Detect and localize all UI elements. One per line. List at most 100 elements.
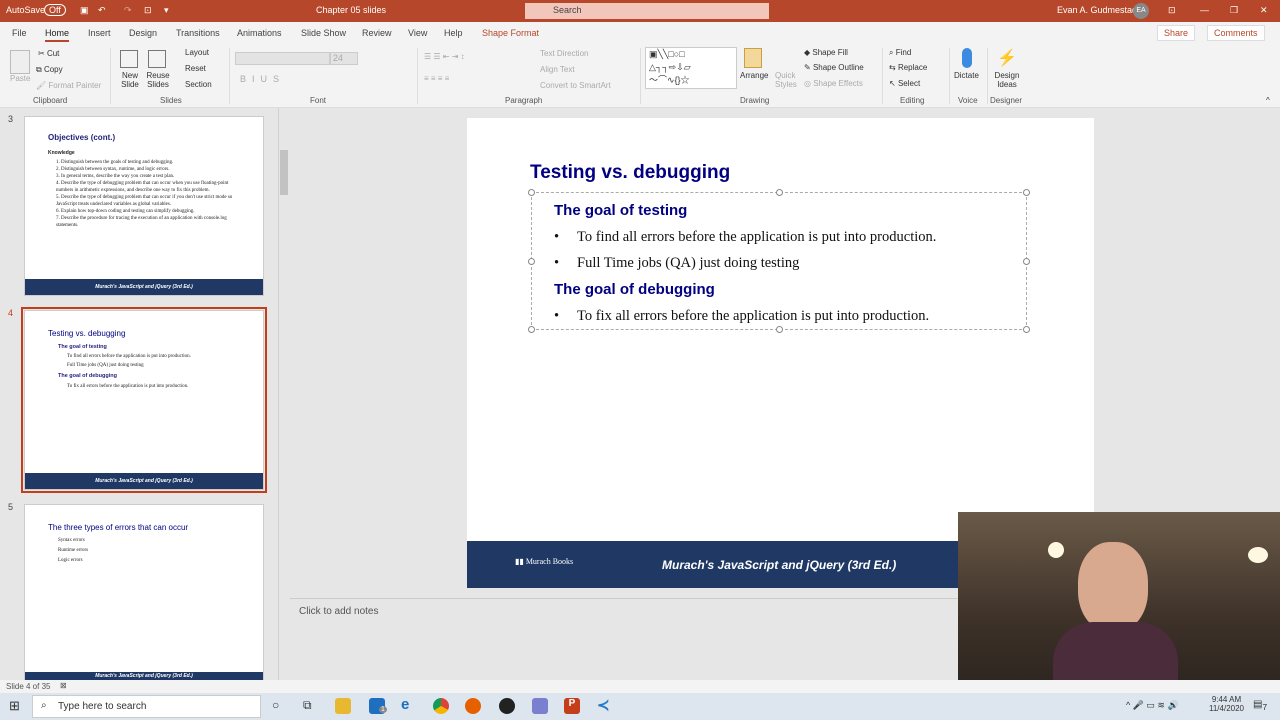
- search-input[interactable]: Search: [525, 3, 769, 19]
- resize-handle[interactable]: [1023, 189, 1030, 196]
- tab-review[interactable]: Review: [362, 28, 392, 38]
- format-painter-button[interactable]: 🖌 Format Painter: [36, 81, 101, 90]
- comments-button[interactable]: Comments: [1207, 25, 1265, 41]
- cut-button[interactable]: ✂ Cut: [38, 49, 59, 58]
- reset-button[interactable]: Reset: [185, 64, 206, 73]
- drawing-group-label: Drawing: [740, 96, 770, 105]
- reuse-slides-button[interactable]: Reuse Slides: [144, 71, 172, 89]
- replace-button[interactable]: ⇆ Replace: [889, 63, 927, 72]
- microphone-icon[interactable]: [962, 48, 972, 68]
- present-icon[interactable]: ⊡: [144, 5, 152, 16]
- tab-design[interactable]: Design: [129, 28, 157, 38]
- taskbar-search-input[interactable]: ⌕ Type here to search: [32, 695, 261, 718]
- slide-bullet: To fix all errors before the application…: [554, 308, 929, 325]
- customize-icon[interactable]: ▾: [164, 5, 169, 16]
- new-slide-icon[interactable]: [120, 50, 138, 68]
- tray-icons[interactable]: ^ 🎤 ▭ ≋ 🔊: [1126, 700, 1179, 711]
- ribbon-display-icon[interactable]: ⊡: [1168, 5, 1176, 16]
- font-size-dropdown[interactable]: 24: [330, 52, 358, 65]
- avatar[interactable]: EA: [1133, 3, 1149, 19]
- powerpoint-icon[interactable]: P: [564, 698, 580, 714]
- restore-icon[interactable]: ❐: [1230, 5, 1238, 16]
- shape-outline-button[interactable]: ✎ Shape Outline: [804, 63, 864, 72]
- slide-thumbnail-5[interactable]: The three types of errors that can occur…: [24, 504, 264, 680]
- tab-help[interactable]: Help: [444, 28, 463, 38]
- shapes-gallery[interactable]: ▣╲╲□○□ △┐┐⇨⇩▱ 〜⌒∿{}☆: [645, 47, 737, 89]
- quick-styles-button[interactable]: Quick Styles: [775, 71, 797, 89]
- tab-home[interactable]: Home: [45, 28, 70, 42]
- collapse-ribbon-icon[interactable]: ^: [1266, 96, 1270, 105]
- tab-slide-show[interactable]: Slide Show: [301, 28, 346, 38]
- slide-thumbnail-4[interactable]: Testing vs. debugging The goal of testin…: [21, 307, 267, 493]
- thumbnail-scrollbar[interactable]: [278, 108, 289, 680]
- clock[interactable]: 9:44 AM 11/4/2020: [1209, 695, 1244, 713]
- obs-icon[interactable]: [499, 698, 515, 714]
- undo-icon[interactable]: ↶: [98, 5, 106, 16]
- align-text-button[interactable]: Align Text: [540, 65, 575, 74]
- dictate-button[interactable]: Dictate: [954, 71, 979, 80]
- list-item: 3. In general terms, describe the way yo…: [56, 174, 175, 179]
- bullets-icon[interactable]: ☰ ☰ ⇤ ⇥ ↕: [424, 52, 465, 61]
- section-button[interactable]: Section: [185, 80, 212, 89]
- list-item: 7. Describe the procedure for tracing th…: [56, 216, 227, 228]
- text-direction-button[interactable]: Text Direction: [540, 49, 588, 58]
- close-icon[interactable]: ✕: [1260, 5, 1268, 16]
- arrange-button[interactable]: Arrange: [740, 71, 768, 80]
- mail-icon[interactable]: 1: [369, 698, 387, 714]
- cortana-icon[interactable]: ○: [272, 698, 279, 712]
- font-format-buttons[interactable]: BIUS: [240, 74, 285, 84]
- resize-handle[interactable]: [1023, 326, 1030, 333]
- firefox-icon[interactable]: [465, 698, 481, 714]
- design-ideas-icon[interactable]: ⚡: [997, 48, 1017, 68]
- autosave-toggle[interactable]: Off: [44, 4, 66, 16]
- align-icons[interactable]: ≡ ≡ ≡ ≡: [424, 74, 449, 83]
- font-name-dropdown[interactable]: [235, 52, 330, 65]
- tab-animations[interactable]: Animations: [237, 28, 282, 38]
- convert-smartart-button[interactable]: Convert to SmartArt: [540, 81, 611, 90]
- slide-title[interactable]: Testing vs. debugging: [530, 162, 730, 184]
- shape-effects-button[interactable]: ◎ Shape Effects: [804, 79, 863, 88]
- resize-handle[interactable]: [528, 326, 535, 333]
- layout-button[interactable]: Layout: [185, 48, 209, 57]
- tab-transitions[interactable]: Transitions: [176, 28, 220, 38]
- reuse-slides-icon[interactable]: [148, 50, 166, 68]
- tab-view[interactable]: View: [408, 28, 427, 38]
- edge-icon[interactable]: e: [401, 696, 417, 713]
- slide-thumbnail-3[interactable]: Objectives (cont.) Knowledge 1. Distingu…: [24, 116, 264, 296]
- thumb-footer: Murach's JavaScript and jQuery (3rd Ed.): [25, 672, 263, 680]
- find-button[interactable]: ⌕ Find: [889, 48, 911, 58]
- user-name[interactable]: Evan A. Gudmestad: [1057, 5, 1137, 15]
- design-ideas-button[interactable]: Design Ideas: [994, 71, 1020, 89]
- murach-logo: ▮▮ Murach Books: [515, 557, 574, 566]
- task-view-icon[interactable]: ⧉: [303, 698, 312, 713]
- save-icon[interactable]: ▣: [80, 5, 89, 16]
- document-title[interactable]: Chapter 05 slides: [316, 5, 386, 15]
- new-slide-button[interactable]: New Slide: [116, 71, 144, 89]
- tab-shape-format[interactable]: Shape Format: [482, 28, 539, 38]
- recorder-icon[interactable]: [532, 698, 548, 714]
- paste-icon[interactable]: [10, 50, 30, 74]
- share-button[interactable]: Share: [1157, 25, 1196, 41]
- vscode-icon[interactable]: ≺: [597, 696, 613, 714]
- resize-handle[interactable]: [776, 189, 783, 196]
- tab-file[interactable]: File: [12, 28, 27, 38]
- minimize-icon[interactable]: —: [1200, 5, 1209, 15]
- content-textbox[interactable]: The goal of testing To find all errors b…: [528, 189, 1030, 333]
- arrange-icon[interactable]: [744, 48, 762, 68]
- shape-fill-button[interactable]: ◆ Shape Fill: [804, 48, 848, 57]
- paste-button[interactable]: Paste: [10, 74, 30, 83]
- resize-handle[interactable]: [776, 326, 783, 333]
- resize-handle[interactable]: [528, 189, 535, 196]
- file-explorer-icon[interactable]: [335, 698, 351, 714]
- resize-handle[interactable]: [528, 258, 535, 265]
- notifications-icon[interactable]: ▤7: [1253, 699, 1267, 712]
- ribbon-tabs: File Home Insert Design Transitions Anim…: [0, 22, 1280, 44]
- resize-handle[interactable]: [1023, 258, 1030, 265]
- select-button[interactable]: ↖ Select: [889, 79, 920, 88]
- copy-button[interactable]: ⧉ Copy: [36, 65, 63, 75]
- accessibility-icon[interactable]: ⊠: [60, 681, 67, 690]
- chrome-icon[interactable]: [433, 698, 449, 714]
- windows-start-icon[interactable]: ⊞: [9, 698, 20, 714]
- redo-icon[interactable]: ↷: [124, 5, 132, 16]
- tab-insert[interactable]: Insert: [88, 28, 111, 38]
